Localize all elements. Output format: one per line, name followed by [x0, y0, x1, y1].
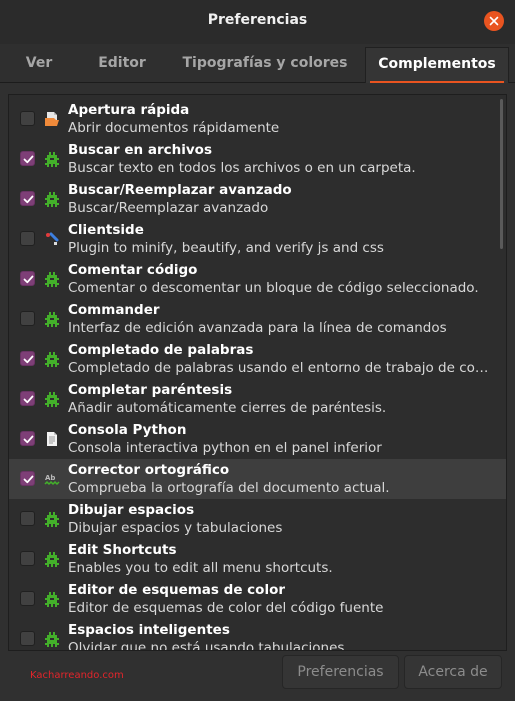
plugin-row[interactable]: Espacios inteligentes Olvidar que no está… [9, 619, 506, 651]
plugin-checkbox[interactable] [20, 511, 35, 526]
plugin-name: Buscar en archivos [68, 142, 212, 158]
tab-editor[interactable]: Editor [78, 44, 166, 83]
plugin-description: Abrir documentos rápidamente [68, 120, 280, 136]
plugin-row[interactable]: Commander Interfaz de edición avanzada pa… [9, 299, 506, 339]
plugin-description: Comprueba la ortografía del documento ac… [68, 480, 390, 496]
plugin-puzzle-icon [44, 311, 60, 327]
plugin-row[interactable]: Ab Corrector ortográfico Comprueba la orto… [9, 459, 506, 499]
document-icon [44, 431, 60, 447]
plugin-name: Consola Python [68, 422, 187, 438]
plugin-row[interactable]: Consola Python Consola interactiva python… [9, 419, 506, 459]
plugin-name: Apertura rápida [68, 102, 190, 118]
clientside-icon [44, 231, 60, 247]
plugin-description: Olvidar que no está usando tabulaciones. [68, 640, 349, 651]
plugin-name: Comentar código [68, 262, 198, 278]
plugin-name: Commander [68, 302, 160, 318]
about-button[interactable]: Acerca de [404, 655, 502, 689]
plugin-puzzle-icon [44, 151, 60, 167]
plugin-checkbox[interactable] [20, 431, 35, 446]
tab-tipografias-y-colores[interactable]: Tipografías y colores [166, 44, 364, 83]
plugin-puzzle-icon [44, 391, 60, 407]
plugin-puzzle-icon [44, 191, 60, 207]
plugin-row[interactable]: Comentar código Comentar o descomentar un… [9, 259, 506, 299]
spellcheck-icon: Ab [44, 471, 60, 487]
close-button[interactable] [484, 11, 504, 31]
plugin-description: Buscar/Reemplazar avanzado [68, 200, 269, 216]
tab-bar: Ver Editor Tipografías y colores Complem… [0, 44, 515, 83]
plugin-checkbox[interactable] [20, 551, 35, 566]
plugin-name: Buscar/Reemplazar avanzado [68, 182, 292, 198]
close-icon [489, 16, 499, 26]
svg-text:Ab: Ab [45, 474, 55, 482]
plugin-puzzle-icon [44, 511, 60, 527]
plugin-name: Completar paréntesis [68, 382, 233, 398]
plugin-name: Completado de palabras [68, 342, 254, 358]
plugin-puzzle-icon [44, 271, 60, 287]
plugin-checkbox[interactable] [20, 311, 35, 326]
plugin-checkbox[interactable] [20, 391, 35, 406]
plugin-row[interactable]: Completar paréntesis Añadir automáticamen… [9, 379, 506, 419]
plugin-puzzle-icon [44, 591, 60, 607]
plugin-row[interactable]: Editor de esquemas de color Editor de esq… [9, 579, 506, 619]
plugin-description: Añadir automáticamente cierres de parént… [68, 400, 387, 416]
plugin-checkbox[interactable] [20, 631, 35, 646]
plugin-description: Consola interactiva python en el panel i… [68, 440, 382, 456]
plugin-description: Interfaz de edición avanzada para la lín… [68, 320, 447, 336]
plugin-name: Editor de esquemas de color [68, 582, 286, 598]
plugin-row[interactable]: Dibujar espacios Dibujar espacios y tabul… [9, 499, 506, 539]
plugin-list[interactable]: Apertura rápida Abrir documentos rápidame… [8, 94, 507, 651]
plugin-checkbox[interactable] [20, 471, 35, 486]
plugin-row[interactable]: Clientside Plugin to minify, beautify, an… [9, 219, 506, 259]
plugin-description: Dibujar espacios y tabulaciones [68, 520, 283, 536]
plugin-checkbox[interactable] [20, 351, 35, 366]
plugin-description: Comentar o descomentar un bloque de códi… [68, 280, 479, 296]
plugin-checkbox[interactable] [20, 231, 35, 246]
plugin-checkbox[interactable] [20, 271, 35, 286]
tab-complementos[interactable]: Complementos [365, 47, 509, 83]
plugin-puzzle-icon [44, 351, 60, 367]
window-title: Preferencias [207, 12, 308, 28]
plugin-puzzle-icon [44, 551, 60, 567]
plugin-checkbox[interactable] [20, 191, 35, 206]
plugin-row[interactable]: Buscar en archivos Buscar texto en todos … [9, 139, 506, 179]
plugin-description: Enables you to edit all menu shortcuts. [68, 560, 333, 576]
plugin-row[interactable]: Apertura rápida Abrir documentos rápidame… [9, 99, 506, 139]
plugin-description: Plugin to minify, beautify, and verify j… [68, 240, 384, 256]
title-bar: Preferencias [0, 0, 515, 44]
plugin-row[interactable]: Buscar/Reemplazar avanzado Buscar/Reempla… [9, 179, 506, 219]
plugin-description: Editor de esquemas de color del código f… [68, 600, 384, 616]
plugin-checkbox[interactable] [20, 151, 35, 166]
plugin-name: Corrector ortográfico [68, 462, 230, 478]
plugin-name: Espacios inteligentes [68, 622, 230, 638]
plugin-description: Buscar texto en todos los archivos o en … [68, 160, 416, 176]
plugin-row[interactable]: Completado de palabras Completado de pala… [9, 339, 506, 379]
watermark: Kacharreando.com [30, 670, 124, 681]
plugin-checkbox[interactable] [20, 591, 35, 606]
open-folder-icon [44, 111, 60, 127]
plugin-name: Clientside [68, 222, 144, 238]
preferences-button[interactable]: Preferencias [282, 655, 399, 689]
plugin-puzzle-icon [44, 631, 60, 647]
plugin-description: Completado de palabras usando el entorno… [68, 360, 500, 376]
plugin-checkbox[interactable] [20, 111, 35, 126]
plugin-name: Dibujar espacios [68, 502, 195, 518]
plugin-name: Edit Shortcuts [68, 542, 177, 558]
tab-ver[interactable]: Ver [0, 44, 78, 83]
plugin-row[interactable]: Edit Shortcuts Enables you to edit all me… [9, 539, 506, 579]
